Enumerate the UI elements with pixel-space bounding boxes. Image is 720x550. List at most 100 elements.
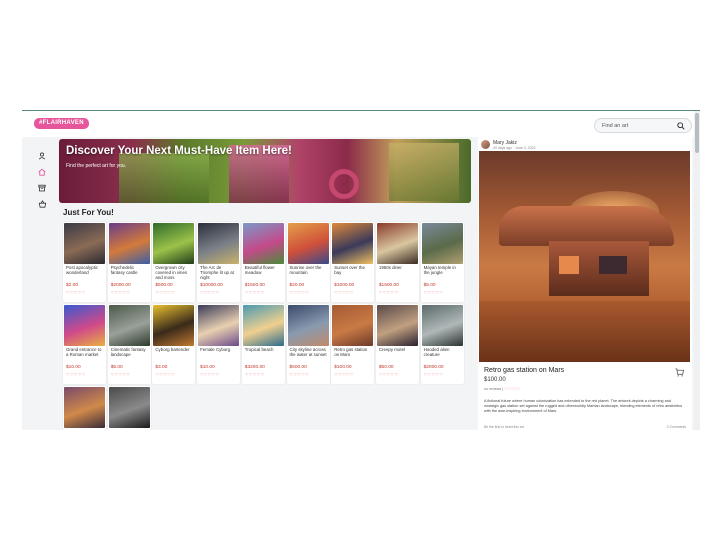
product-price: $10.00 [66,365,81,370]
product-title[interactable]: Tropical beach [245,347,283,352]
product-thumbnail[interactable] [242,305,284,346]
product-thumbnail[interactable] [332,305,374,346]
product-thumbnail[interactable] [108,305,150,346]
product-title[interactable]: Beautiful flower meadow [245,265,283,275]
comments-count[interactable]: 0 Comments [667,425,686,429]
product-thumbnail[interactable] [421,223,463,264]
product-title[interactable]: Sunset over the bay [334,265,372,275]
product-thumbnail[interactable] [108,387,150,428]
product-title[interactable]: Retro gas station on Mars [334,347,372,357]
product-image [479,151,690,362]
product-card[interactable]: Sunrise over the mountain $20.00 ♡♡♡♡♡ [286,222,330,302]
product-title[interactable]: Overgrown city covered in vines and moss [155,265,193,280]
product-thumbnail[interactable] [332,223,374,264]
rating-stars[interactable]: ♡♡♡♡♡ [155,290,175,295]
product-thumbnail[interactable] [153,305,195,346]
product-card[interactable]: The Arc de Triomphe lit up at night $1000… [197,222,241,302]
product-title[interactable]: The Arc de Triomphe lit up at night [200,265,238,280]
product-thumbnail[interactable] [376,223,418,264]
product-thumbnail[interactable] [287,223,329,264]
product-card[interactable]: City skyline across the water at sunset $… [286,304,330,384]
product-thumbnail[interactable] [242,223,284,264]
product-card[interactable]: 1950s diner $1500.00 ♡♡♡♡♡ [375,222,419,302]
product-thumbnail[interactable] [64,387,105,428]
rating-stars[interactable]: ♡♡♡♡♡ [200,372,220,377]
product-thumbnail[interactable] [153,223,195,264]
product-card[interactable]: Cinematic fantasy landscape $5.00 ♡♡♡♡♡ [107,304,151,384]
product-title[interactable]: City skyline across the water at sunset [290,347,328,357]
product-detail-panel: Mary Jakiz 49 days ago · June 3, 2023 Re… [478,137,692,430]
rating-stars[interactable]: ♡♡♡♡♡ [245,290,265,295]
rating-stars[interactable]: ♡♡♡♡♡ [504,387,520,391]
product-card[interactable]: Beautiful flower meadow $1500.00 ♡♡♡♡♡ [241,222,285,302]
product-thumbnail[interactable] [64,305,105,346]
product-title[interactable]: Psychedelic fantasy castle [111,265,149,275]
rating-stars[interactable]: ♡♡♡♡♡ [379,290,399,295]
rating-stars[interactable]: ♡♡♡♡♡ [66,290,86,295]
scrollbar-thumb[interactable] [695,113,699,153]
product-title[interactable]: Post apocalyptic wonderland [66,265,104,275]
home-icon [38,168,46,176]
product-thumbnail[interactable] [421,305,463,346]
sidebar-item-profile[interactable] [34,149,50,163]
product-card[interactable]: Tropical beach $3200.00 ♡♡♡♡♡ [241,304,285,384]
rating-stars[interactable]: ♡♡♡♡♡ [334,372,354,377]
product-price: $100.00 [484,377,506,383]
product-title[interactable]: Cinematic fantasy landscape [111,347,149,357]
add-to-cart-icon[interactable] [675,368,684,377]
brand-logo[interactable]: #FLAIRHAVEN [34,118,89,129]
rating-stars[interactable]: ♡♡♡♡♡ [111,290,131,295]
scrollbar[interactable] [694,111,700,430]
rating-stars[interactable]: ♡♡♡♡♡ [111,372,131,377]
product-card[interactable]: Retro gas station on Mars $100.00 ♡♡♡♡♡ [331,304,375,384]
product-title[interactable]: Mayan temple in the jungle [424,265,462,275]
heart-prompt[interactable]: Be the first to heart this art [484,425,524,429]
rating-stars[interactable]: ♡♡♡♡♡ [245,372,265,377]
rating-stars[interactable]: ♡♡♡♡♡ [424,372,444,377]
search-box[interactable] [594,118,692,133]
product-title[interactable]: Grand entrance to a Roman market [66,347,104,357]
product-thumbnail[interactable] [198,223,240,264]
sidebar-item-archive[interactable] [34,181,50,195]
sidebar-item-basket[interactable] [34,197,50,211]
product-card[interactable]: Sunset over the bay $1000.00 ♡♡♡♡♡ [331,222,375,302]
product-title[interactable]: Sunrise over the mountain [290,265,328,275]
user-icon [38,152,46,160]
rating-stars[interactable]: ♡♡♡♡♡ [424,290,444,295]
product-card[interactable] [107,386,151,430]
product-title[interactable]: Hooded alien creature [424,347,462,357]
product-thumbnail[interactable] [287,305,329,346]
product-price: $1500.00 [244,283,265,288]
rating-stars[interactable]: ♡♡♡♡♡ [290,372,310,377]
product-card[interactable]: Psychedelic fantasy castle $2000.00 ♡♡♡♡♡ [107,222,151,302]
sidebar-item-home[interactable] [34,165,50,179]
product-card[interactable]: Hooded alien creature $2000.00 ♡♡♡♡♡ [420,304,464,384]
product-thumbnail[interactable] [376,305,418,346]
product-title[interactable]: Female Cyborg [200,347,238,352]
product-card[interactable]: Cyborg bartender $3.00 ♡♡♡♡♡ [152,304,196,384]
product-thumbnail[interactable] [198,305,240,346]
product-title[interactable]: Creepy motel [379,347,417,352]
product-card[interactable]: Post apocalyptic wonderland $2.00 ♡♡♡♡♡ [63,222,106,302]
product-card[interactable]: Grand entrance to a Roman market $10.00 ♡♡… [63,304,106,384]
product-price: $100.00 [334,365,352,370]
product-title[interactable]: Cyborg bartender [155,347,193,352]
product-title[interactable]: 1950s diner [379,265,417,270]
product-card[interactable]: Creepy motel $50.00 ♡♡♡♡♡ [375,304,419,384]
product-card[interactable] [63,386,106,430]
avatar[interactable] [481,140,490,149]
rating-stars[interactable]: ♡♡♡♡♡ [334,290,354,295]
rating-stars[interactable]: ♡♡♡♡♡ [66,372,86,377]
rating-stars[interactable]: ♡♡♡♡♡ [155,372,175,377]
rating-stars[interactable]: ♡♡♡♡♡ [200,290,220,295]
product-price: $50.00 [378,365,394,370]
product-card[interactable]: Mayan temple in the jungle $5.00 ♡♡♡♡♡ [420,222,464,302]
product-card[interactable]: Female Cyborg $10.00 ♡♡♡♡♡ [197,304,241,384]
product-thumbnail[interactable] [108,223,150,264]
rating-stars[interactable]: ♡♡♡♡♡ [290,290,310,295]
product-thumbnail[interactable] [64,223,105,264]
search-icon[interactable] [677,122,685,130]
rating-stars[interactable]: ♡♡♡♡♡ [379,372,399,377]
search-input[interactable] [602,121,672,131]
product-card[interactable]: Overgrown city covered in vines and moss… [152,222,196,302]
